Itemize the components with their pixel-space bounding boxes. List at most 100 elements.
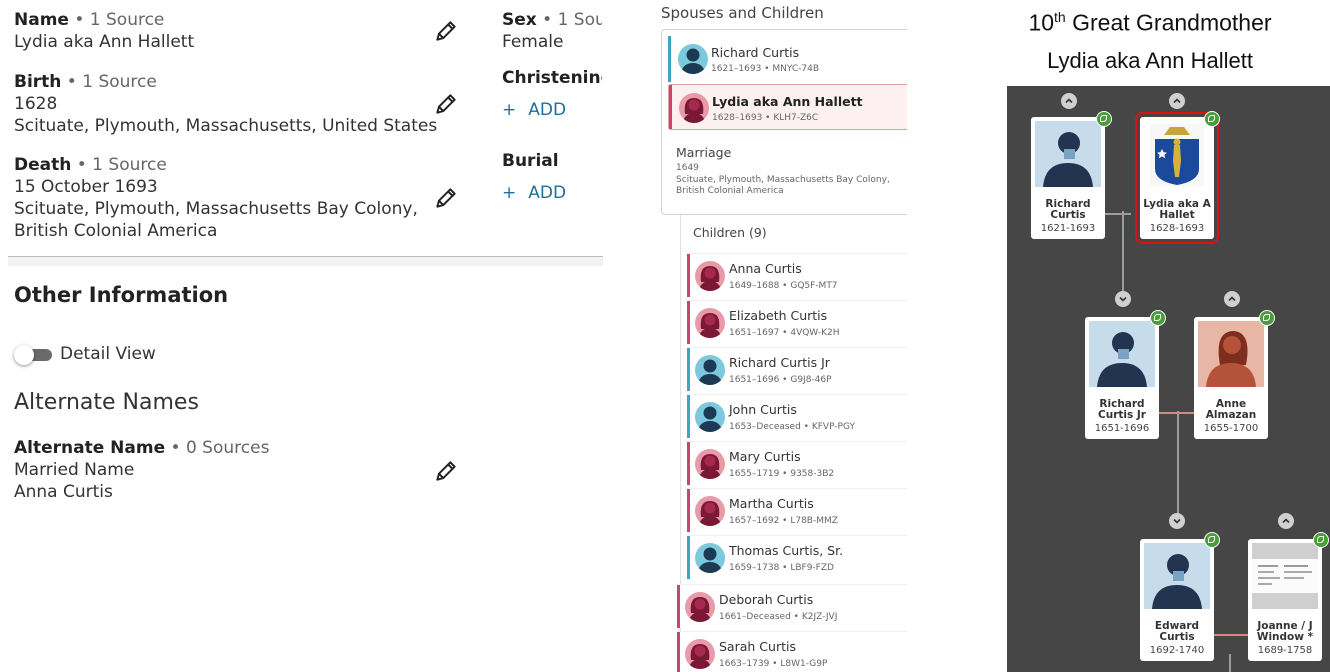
child-name: Deborah Curtis xyxy=(719,592,814,607)
card-name-line2: Curtis xyxy=(1159,631,1195,643)
expand-parents-chevron-up-icon[interactable] xyxy=(1224,291,1240,307)
child-meta: 1651–1696 • G9J8-46P xyxy=(729,375,832,385)
marriage-date: 1649 xyxy=(676,163,699,173)
expand-chevron-down-icon[interactable] xyxy=(1115,291,1131,307)
child-row[interactable]: Anna Curtis 1649–1688 • GQ5F-MT7 xyxy=(687,253,907,297)
hint-leaf-icon[interactable] xyxy=(1259,310,1275,326)
spouse-connector xyxy=(1159,412,1195,414)
document-thumbnail-icon xyxy=(1252,543,1318,609)
card-name-line2: Curtis xyxy=(1050,209,1086,221)
hint-leaf-icon[interactable] xyxy=(1150,310,1166,326)
tree-card-lydia-hallett[interactable]: Lydia aka A Hallet 1628-1693 xyxy=(1135,112,1219,244)
relationship-title: 10th Great Grandmother xyxy=(1028,9,1272,36)
tree-card-richard-curtis[interactable]: Richard Curtis 1621-1693 xyxy=(1031,117,1105,239)
male-avatar-icon xyxy=(695,402,725,432)
tree-card-edward-curtis[interactable]: Edward Curtis 1692-1740 xyxy=(1140,539,1214,661)
marriage-title: Marriage xyxy=(676,145,732,160)
detail-view-toggle[interactable] xyxy=(14,345,52,365)
edit-name-pencil-icon[interactable] xyxy=(433,18,459,44)
self-meta: 1628–1693 • KLH7-Z6C xyxy=(712,113,819,123)
male-bar xyxy=(687,395,690,438)
child-row[interactable]: Sarah Curtis 1663–1739 • L8W1-G9P xyxy=(677,631,907,672)
tree-card-anne-almazan[interactable]: Anne Almazan 1655-1700 xyxy=(1194,317,1268,439)
child-meta: 1663–1739 • L8W1-G9P xyxy=(719,659,828,669)
hint-leaf-icon[interactable] xyxy=(1204,532,1220,548)
sex-title: Sex xyxy=(502,10,537,30)
child-meta: 1655–1719 • 9358-3B2 xyxy=(729,469,835,479)
edit-alternate-name-pencil-icon[interactable] xyxy=(433,458,459,484)
name-field: Name • 1 Source Lydia aka Ann Hallett xyxy=(14,9,194,53)
spouses-children-heading: Spouses and Children xyxy=(661,4,824,22)
child-meta: 1653–Deceased • KFVP-PGY xyxy=(729,422,856,432)
spouse-connector xyxy=(1214,634,1252,636)
card-name-line2: Almazan xyxy=(1205,409,1257,421)
children-list: Children (9) Anna Curtis 1649–1688 • GQ5F… xyxy=(677,215,907,672)
child-meta: 1651–1697 • 4VQW-K2H xyxy=(729,328,840,338)
hint-leaf-icon[interactable] xyxy=(1096,111,1112,127)
child-name: Elizabeth Curtis xyxy=(729,308,828,323)
card-dates: 1651-1696 xyxy=(1094,423,1150,434)
child-row[interactable]: John Curtis 1653–Deceased • KFVP-PGY xyxy=(687,394,907,438)
female-avatar-icon xyxy=(695,449,725,479)
birth-sources[interactable]: • 1 Source xyxy=(61,72,157,92)
spouses-children-panel: Spouses and Children Richard Curtis 1621… xyxy=(655,0,907,672)
alternate-name-title: Alternate Name xyxy=(14,438,166,458)
other-information-heading: Other Information xyxy=(14,283,229,307)
child-row[interactable]: Thomas Curtis, Sr. 1659–1738 • LBF9-FZD xyxy=(687,535,907,579)
child-meta: 1657–1692 • L78B-MMZ xyxy=(729,516,838,526)
card-dates: 1621-1693 xyxy=(1040,223,1096,234)
child-name: Martha Curtis xyxy=(729,496,814,511)
alternate-name-field: Alternate Name • 0 Sources Married Name … xyxy=(14,437,269,503)
expand-chevron-down-icon[interactable] xyxy=(1169,513,1185,529)
tree-connector xyxy=(1105,213,1131,215)
card-name-line2: Curtis Jr xyxy=(1098,409,1146,421)
child-row[interactable]: Elizabeth Curtis 1651–1697 • 4VQW-K2H xyxy=(687,300,907,344)
massachusetts-seal-icon xyxy=(1144,121,1210,187)
sex-field: Sex • 1 Source Female xyxy=(502,9,602,53)
death-sources[interactable]: • 1 Source xyxy=(71,155,167,175)
birth-title: Birth xyxy=(14,72,62,92)
card-dates: 1692-1740 xyxy=(1149,645,1205,656)
female-bar xyxy=(677,585,680,628)
expand-parents-chevron-up-icon[interactable] xyxy=(1061,93,1077,109)
tree-card-joanne-window[interactable]: Joanne / J Window * 1689-1758 xyxy=(1248,539,1322,661)
sex-sources[interactable]: • 1 Source xyxy=(537,10,602,30)
female-bar xyxy=(687,301,690,344)
female-avatar-icon xyxy=(695,308,725,338)
female-bar xyxy=(687,442,690,485)
death-place-line1: Scituate, Plymouth, Massachusetts Bay Co… xyxy=(14,199,418,219)
expand-parents-chevron-up-icon[interactable] xyxy=(1169,93,1185,109)
edit-death-pencil-icon[interactable] xyxy=(433,185,459,211)
child-meta: 1649–1688 • GQ5F-MT7 xyxy=(729,281,838,291)
female-bar xyxy=(669,85,672,129)
hint-leaf-icon[interactable] xyxy=(1204,111,1220,127)
card-dates: 1689-1758 xyxy=(1257,645,1313,656)
child-row[interactable]: Martha Curtis 1657–1692 • L78B-MMZ xyxy=(687,488,907,532)
hint-leaf-icon[interactable] xyxy=(1313,532,1329,548)
add-christening-link[interactable]: + ADD xyxy=(502,100,566,120)
expand-parents-chevron-up-icon[interactable] xyxy=(1278,513,1294,529)
children-heading: Children (9) xyxy=(693,225,767,240)
name-sources[interactable]: • 1 Source xyxy=(69,10,164,30)
couple-card: Richard Curtis 1621–1693 • MNYC-74B Lydi… xyxy=(661,29,907,215)
edit-birth-pencil-icon[interactable] xyxy=(433,91,459,117)
male-silhouette-icon xyxy=(1035,121,1101,187)
spouse-card[interactable]: Richard Curtis 1621–1693 • MNYC-74B xyxy=(668,36,907,82)
male-silhouette-icon xyxy=(1089,321,1155,387)
child-name: Anna Curtis xyxy=(729,261,802,276)
tree-connector xyxy=(1229,654,1231,672)
tree-card-richard-curtis-jr[interactable]: Richard Curtis Jr 1651-1696 xyxy=(1085,317,1159,439)
add-burial-link[interactable]: + ADD xyxy=(502,183,566,203)
birth-place: Scituate, Plymouth, Massachusetts, Unite… xyxy=(14,116,438,136)
child-name: John Curtis xyxy=(729,402,797,417)
alternate-name-sources[interactable]: • 0 Sources xyxy=(165,438,270,458)
self-card[interactable]: Lydia aka Ann Hallett 1628–1693 • KLH7-Z… xyxy=(668,84,907,130)
male-bar xyxy=(687,536,690,579)
burial-title: Burial xyxy=(502,151,559,171)
death-date: 15 October 1693 xyxy=(14,177,158,197)
child-row[interactable]: Deborah Curtis 1661–Deceased • K2JZ-JVJ xyxy=(677,584,907,628)
death-title: Death xyxy=(14,155,72,175)
child-row[interactable]: Mary Curtis 1655–1719 • 9358-3B2 xyxy=(687,441,907,485)
male-avatar-icon xyxy=(678,44,708,74)
child-row[interactable]: Richard Curtis Jr 1651–1696 • G9J8-46P xyxy=(687,347,907,391)
